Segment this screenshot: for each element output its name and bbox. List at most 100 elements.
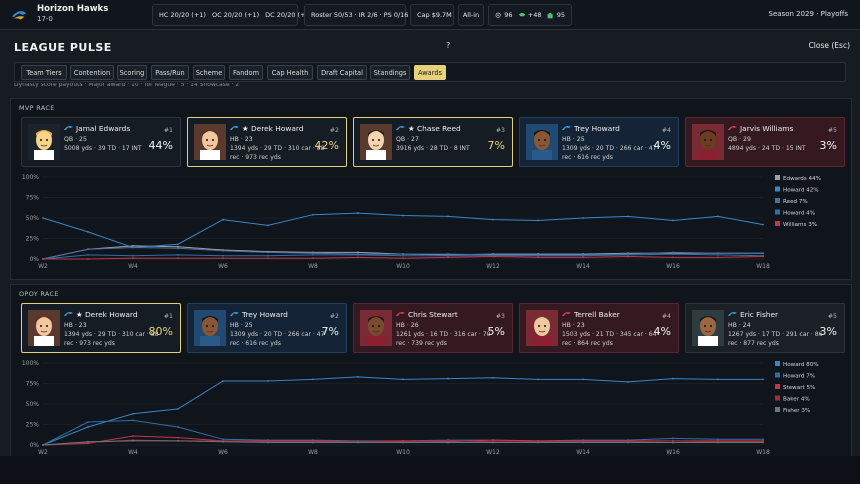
- metric-3: 95: [556, 11, 565, 19]
- data-point: [177, 440, 179, 442]
- candidate-card[interactable]: Terrell Baker HB · 23 1503 yds · 21 TD · 3…: [519, 303, 679, 353]
- player-name[interactable]: Chris Stewart: [396, 310, 458, 319]
- modal-title: LEAGUE PULSE: [14, 41, 112, 54]
- x-tick-label: W16: [666, 449, 680, 456]
- data-point: [537, 219, 539, 222]
- candidate-card[interactable]: Trey Howard HB · 25 1309 yds · 20 TD · 266…: [187, 303, 347, 353]
- data-point: [762, 438, 764, 441]
- win-probability: 4%: [653, 325, 671, 338]
- tab-team-tiers[interactable]: Team Tiers: [21, 65, 67, 80]
- tab-pass-run[interactable]: Pass/Run: [151, 65, 189, 80]
- data-point: [222, 257, 224, 260]
- player-avatar: [360, 310, 392, 346]
- data-point: [312, 441, 314, 444]
- roster-pill[interactable]: Roster 50/53 · IR 2/6 · PS 0/16: [304, 4, 408, 26]
- x-tick-label: W16: [666, 263, 680, 270]
- legend-label: Howard 4%: [783, 211, 815, 217]
- data-point: [132, 244, 134, 247]
- data-point: [267, 224, 269, 227]
- tab-awards[interactable]: Awards: [414, 65, 446, 80]
- team-name: Horizon Hawks: [37, 4, 109, 14]
- bottom-bar: [0, 456, 860, 484]
- player-name[interactable]: Eric Fisher: [728, 310, 778, 319]
- data-point: [447, 254, 449, 257]
- player-name[interactable]: ★ Derek Howard: [64, 310, 138, 319]
- data-point: [132, 412, 134, 415]
- player-name-text: ★ Derek Howard: [242, 124, 304, 133]
- data-point: [447, 377, 449, 380]
- player-stats: 1267 yds · 17 TD · 291 car · 86 rec · 87…: [728, 331, 823, 347]
- player-avatar: [194, 310, 226, 346]
- tab-standings[interactable]: Standings: [370, 65, 410, 80]
- data-point: [672, 219, 674, 222]
- player-name[interactable]: Trey Howard: [562, 124, 620, 133]
- handshake-icon: [518, 13, 525, 17]
- legend-label: Williams 3%: [783, 222, 817, 228]
- metric-1: 96: [504, 11, 513, 19]
- candidate-card[interactable]: Jarvis Williams QB · 29 4894 yds · 24 TD ·…: [685, 117, 845, 167]
- candidate-card[interactable]: Jamal Edwards QB · 25 5008 yds · 39 TD · 1…: [21, 117, 181, 167]
- team-logo-icon: [11, 11, 27, 20]
- oc-rating: OC 20/20 (+1): [211, 11, 260, 19]
- team-icon: [728, 126, 737, 130]
- data-point: [717, 438, 719, 441]
- team-icon: [64, 312, 73, 316]
- data-point: [582, 441, 584, 444]
- win-probability: 42%: [314, 139, 339, 152]
- tab-scoring[interactable]: Scoring: [117, 65, 147, 80]
- metric-2: +48: [527, 11, 542, 19]
- data-point: [492, 439, 494, 441]
- data-point: [357, 254, 359, 256]
- tab-cap-health[interactable]: Cap Health: [267, 65, 313, 80]
- data-point: [177, 245, 179, 248]
- legend-label: Howard 7%: [783, 374, 815, 380]
- player-position: HB · 25: [562, 136, 585, 143]
- awards-scroll-area[interactable]: MVP RACE Jamal Edwards QB · 25 5008 yds · …: [10, 98, 852, 456]
- y-tick-label: 100%: [22, 174, 39, 181]
- data-point: [627, 215, 629, 218]
- player-stats: 1309 yds · 20 TD · 266 car · 47 rec · 61…: [562, 145, 657, 161]
- meters-pill[interactable]: 96 +48 95: [488, 4, 572, 26]
- candidate-card[interactable]: Chris Stewart HB · 26 1261 yds · 16 TD · 3…: [353, 303, 513, 353]
- player-avatar: [194, 124, 226, 160]
- player-name-text: Chris Stewart: [408, 310, 458, 319]
- player-name[interactable]: ★ Derek Howard: [230, 124, 304, 133]
- candidate-card[interactable]: Trey Howard HB · 25 1309 yds · 20 TD · 266…: [519, 117, 679, 167]
- tab-contention[interactable]: Contention: [70, 65, 114, 80]
- candidate-card[interactable]: ★ Derek Howard HB · 23 1394 yds · 29 TD · …: [21, 303, 181, 353]
- cap-pill[interactable]: Cap $9.7M: [410, 4, 454, 26]
- player-name[interactable]: Trey Howard: [230, 310, 288, 319]
- candidate-card[interactable]: ★ Derek Howard HB · 23 1394 yds · 29 TD · …: [187, 117, 347, 167]
- data-point: [222, 254, 224, 257]
- data-point: [87, 440, 89, 443]
- data-point: [672, 253, 674, 255]
- mode-pill[interactable]: All-in: [458, 4, 484, 26]
- tab-draft-capital[interactable]: Draft Capital: [317, 65, 367, 80]
- tab-scheme[interactable]: Scheme: [193, 65, 225, 80]
- player-name[interactable]: Terrell Baker: [562, 310, 620, 319]
- candidate-card[interactable]: Eric Fisher HB · 24 1267 yds · 17 TD · 291…: [685, 303, 845, 353]
- data-point: [132, 254, 134, 257]
- legend-swatch: [775, 384, 780, 389]
- team-record: 17-0: [37, 15, 53, 23]
- help-icon[interactable]: ?: [446, 41, 450, 50]
- close-button[interactable]: Close (Esc): [809, 41, 850, 50]
- y-tick-label: 25%: [26, 422, 40, 429]
- rank-label: #5: [827, 127, 837, 134]
- legend-swatch: [775, 221, 780, 226]
- player-stats: 1503 yds · 21 TD · 345 car · 64 rec · 86…: [562, 331, 657, 347]
- data-point: [672, 441, 674, 444]
- data-point: [42, 258, 44, 260]
- player-name[interactable]: ★ Chase Reed: [396, 124, 461, 133]
- win-probability: 44%: [148, 139, 173, 152]
- data-point: [132, 419, 134, 422]
- player-avatar: [692, 124, 724, 160]
- candidate-card[interactable]: ★ Chase Reed QB · 27 3916 yds · 28 TD · 8 …: [353, 117, 513, 167]
- trophy-icon: [495, 12, 501, 18]
- data-point: [312, 378, 314, 381]
- coaches-pill[interactable]: HC 20/20 (+1) OC 20/20 (+1) DC 20/20 (+1…: [152, 4, 312, 26]
- tab-fandom[interactable]: Fandom: [229, 65, 263, 80]
- player-name[interactable]: Jamal Edwards: [64, 124, 130, 133]
- player-name[interactable]: Jarvis Williams: [728, 124, 793, 133]
- data-point: [357, 441, 359, 444]
